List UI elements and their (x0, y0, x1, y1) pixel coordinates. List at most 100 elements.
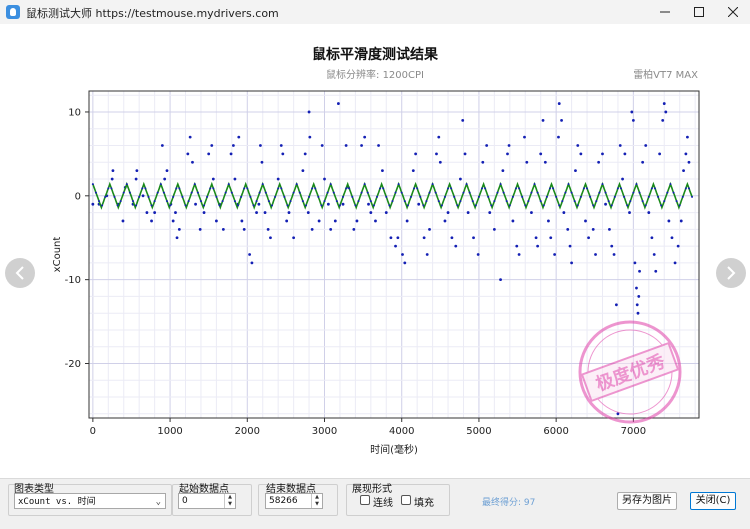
data-point (163, 177, 167, 181)
next-chart-button[interactable] (716, 258, 746, 288)
line-point (663, 200, 666, 203)
line-point (524, 204, 527, 207)
line-point (437, 200, 440, 203)
line-point (206, 195, 209, 198)
line-point (431, 183, 434, 186)
data-point (635, 286, 638, 290)
line-point (521, 195, 524, 198)
final-score: 最终得分: 97 (482, 498, 536, 508)
data-point (188, 135, 192, 139)
line-point (283, 195, 286, 198)
chart-type-select[interactable]: xCount vs. 时间 ⌄ (14, 493, 166, 509)
data-point (637, 295, 641, 298)
data-point (667, 219, 671, 223)
end-point-stepper[interactable]: ▲ ▼ (311, 494, 322, 508)
line-point (555, 195, 558, 198)
data-point (501, 169, 505, 173)
line-point (487, 195, 490, 198)
line-point (113, 195, 116, 198)
data-point (492, 227, 496, 231)
chart-type-value: xCount vs. 时间 (18, 497, 96, 507)
line-point (579, 195, 582, 198)
data-point (534, 236, 538, 240)
line-point (144, 187, 147, 190)
line-point (666, 191, 669, 194)
x-axis-label: 时间(毫秒) (370, 443, 418, 456)
data-point (401, 253, 404, 256)
data-point (231, 144, 235, 147)
data-point (150, 219, 153, 223)
line-point (502, 191, 505, 194)
previous-chart-button[interactable] (5, 258, 35, 288)
data-point (428, 227, 431, 231)
line-point (379, 187, 382, 190)
data-point (568, 244, 572, 248)
start-point-stepper[interactable]: ▲ ▼ (224, 494, 235, 508)
data-point (344, 144, 348, 147)
line-point (292, 191, 295, 194)
line-point (311, 187, 314, 190)
line-point (295, 183, 298, 186)
line-point (388, 204, 391, 207)
line-point (261, 183, 264, 186)
data-point (276, 177, 280, 181)
data-point (396, 236, 400, 240)
line-point (314, 187, 317, 190)
line-point (592, 204, 595, 207)
data-point (594, 253, 597, 256)
end-point-input[interactable]: 58266 ▲ ▼ (265, 493, 323, 509)
save-image-button[interactable]: 另存为图片 (617, 492, 677, 510)
close-button[interactable]: 关闭(C) (690, 492, 736, 510)
line-point (175, 187, 178, 190)
line-point (582, 187, 585, 190)
line-point (274, 195, 277, 198)
data-point (463, 152, 467, 156)
data-point (242, 227, 246, 231)
line-point (212, 187, 215, 190)
data-point (422, 236, 426, 240)
line-point (354, 204, 357, 207)
data-point (417, 202, 421, 206)
data-point (91, 202, 95, 206)
line-checkbox[interactable] (360, 495, 370, 505)
data-point (153, 211, 157, 214)
data-point (576, 144, 580, 147)
line-point (203, 204, 206, 207)
line-point (477, 195, 480, 198)
line-point (447, 187, 450, 190)
data-point (233, 177, 237, 181)
data-point (210, 144, 214, 147)
line-point (264, 191, 267, 194)
fill-checkbox[interactable] (401, 495, 411, 505)
data-point (566, 227, 570, 231)
line-point (351, 195, 354, 198)
data-point (587, 236, 590, 240)
line-point (91, 183, 94, 186)
data-point (557, 102, 561, 105)
line-point (193, 183, 196, 186)
data-point (160, 144, 164, 147)
line-point (308, 195, 311, 198)
line-point (258, 191, 261, 194)
data-point (414, 152, 418, 156)
data-point (511, 219, 515, 223)
line-point (422, 204, 425, 207)
data-point (652, 253, 656, 256)
line-point (626, 204, 629, 207)
x-tick-label: 6000 (543, 426, 568, 437)
line-point (246, 187, 249, 190)
data-point (175, 236, 179, 240)
line-point (620, 187, 623, 190)
data-point (333, 219, 337, 223)
data-point (604, 202, 607, 206)
data-point (454, 244, 458, 248)
line-point (249, 195, 252, 198)
data-point (263, 211, 267, 214)
start-point-input[interactable]: 0 ▲ ▼ (178, 493, 236, 509)
line-point (230, 191, 233, 194)
chevron-left-icon (15, 266, 24, 280)
data-point (363, 135, 367, 139)
data-point (389, 236, 393, 240)
line-point (598, 191, 601, 194)
line-point (638, 191, 641, 194)
